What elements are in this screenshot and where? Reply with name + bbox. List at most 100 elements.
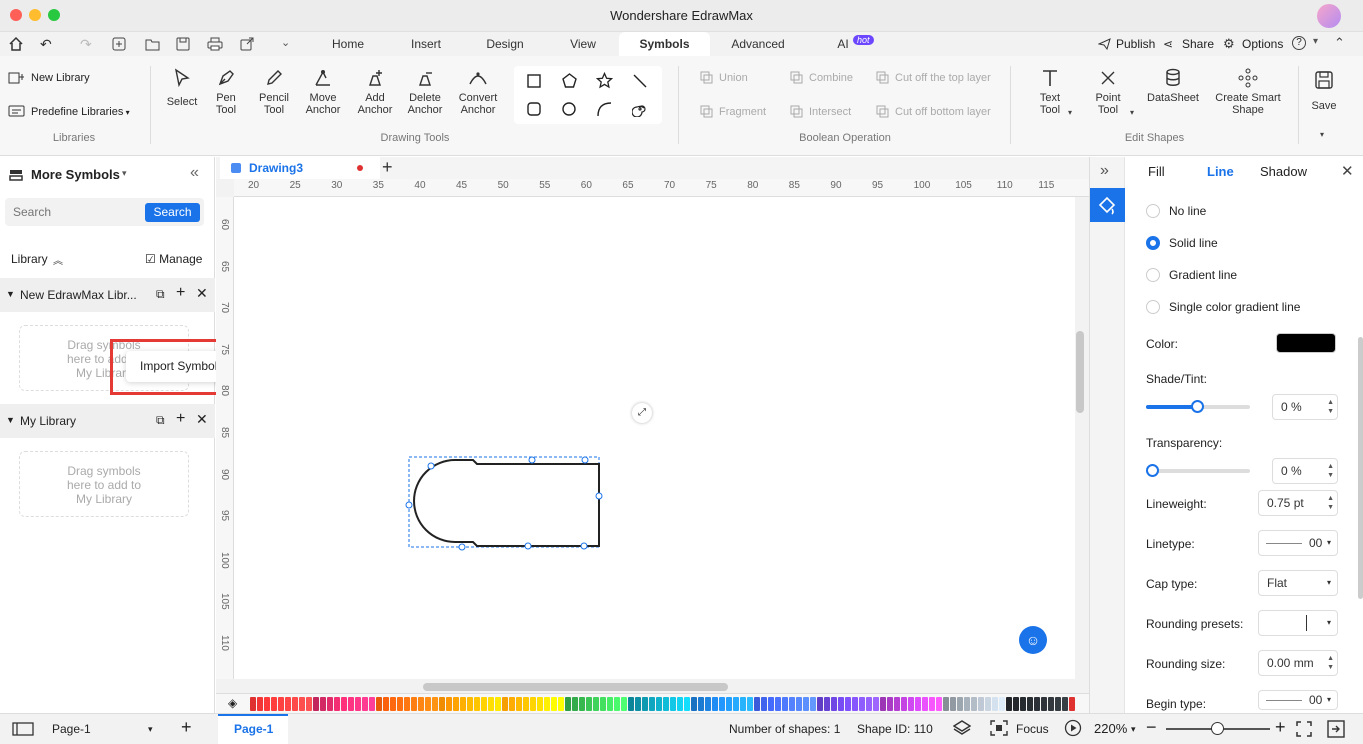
color-swatch[interactable]	[670, 697, 676, 711]
add-anchor-button[interactable]: Add Anchor	[353, 68, 397, 116]
color-swatch[interactable]	[831, 697, 837, 711]
point-tool-button[interactable]: Point Tool	[1088, 68, 1128, 116]
drawing-page[interactable]: ⤢ ☺	[234, 197, 1075, 679]
color-swatch[interactable]	[593, 697, 599, 711]
close-icon[interactable]: ✕	[196, 411, 208, 428]
color-swatch[interactable]	[971, 697, 977, 711]
color-swatch[interactable]	[1013, 697, 1019, 711]
cap-type-select[interactable]: Flat ▾	[1258, 570, 1338, 596]
color-swatch[interactable]	[341, 697, 347, 711]
publish-button[interactable]: Publish	[1116, 37, 1155, 51]
page-tab[interactable]: Page-1	[218, 714, 288, 744]
import-icon[interactable]: ⧉	[156, 287, 165, 302]
library-collapse-icon[interactable]: ︽	[53, 252, 63, 267]
color-swatch[interactable]	[390, 697, 396, 711]
color-swatch[interactable]	[355, 697, 361, 711]
color-swatch[interactable]	[733, 697, 739, 711]
color-swatch[interactable]	[824, 697, 830, 711]
fit-expand-icon[interactable]: ⤢	[632, 403, 652, 423]
tab-shadow[interactable]: Shadow	[1260, 164, 1307, 179]
color-swatch[interactable]	[530, 697, 536, 711]
expand-panel-icon[interactable]: »	[1100, 162, 1109, 180]
print-icon[interactable]	[207, 37, 223, 54]
color-swatch[interactable]	[656, 697, 662, 711]
union-button[interactable]: Union	[700, 71, 748, 84]
color-swatch[interactable]	[635, 697, 641, 711]
color-swatch[interactable]	[264, 697, 270, 711]
help-chevron-icon[interactable]: ▾	[1313, 36, 1318, 47]
color-swatch[interactable]	[306, 697, 312, 711]
focus-icon[interactable]	[990, 720, 1008, 739]
select-tool-button[interactable]: Select	[162, 68, 202, 108]
new-file-icon[interactable]	[112, 37, 126, 54]
color-swatch[interactable]	[320, 697, 326, 711]
color-swatch[interactable]	[278, 697, 284, 711]
color-swatch[interactable]	[726, 697, 732, 711]
color-swatch[interactable]	[817, 697, 823, 711]
color-swatch[interactable]	[691, 697, 697, 711]
color-swatch[interactable]	[334, 697, 340, 711]
color-swatch[interactable]	[999, 697, 1005, 711]
color-swatch[interactable]	[397, 697, 403, 711]
circle-icon[interactable]	[561, 101, 577, 120]
color-swatch[interactable]	[586, 697, 592, 711]
color-swatch[interactable]	[978, 697, 984, 711]
color-swatch[interactable]	[768, 697, 774, 711]
selected-shape[interactable]	[404, 452, 604, 552]
color-swatch[interactable]	[376, 697, 382, 711]
color-swatch[interactable]	[894, 697, 900, 711]
document-tab[interactable]: Drawing3	[220, 157, 380, 179]
lineweight-input[interactable]: 0.75 pt ▲ ▼	[1258, 490, 1338, 516]
linetype-select[interactable]: 00 ▾	[1258, 530, 1338, 556]
color-swatch[interactable]	[1034, 697, 1040, 711]
tab-design[interactable]: Design	[476, 32, 534, 56]
color-swatch[interactable]	[404, 697, 410, 711]
color-swatch[interactable]	[537, 697, 543, 711]
color-swatch[interactable]	[523, 697, 529, 711]
color-swatch[interactable]	[369, 697, 375, 711]
spinner-icon[interactable]: ▲ ▼	[1327, 494, 1334, 512]
solid-line-radio[interactable]	[1146, 236, 1160, 250]
page-select[interactable]: Page-1	[52, 722, 91, 736]
color-swatch[interactable]	[621, 697, 627, 711]
transparency-slider-handle[interactable]	[1146, 464, 1159, 477]
color-swatch[interactable]	[943, 697, 949, 711]
library-header-new-edrawmax[interactable]: ▼ New EdrawMax Libr... ⧉ + ✕	[0, 278, 215, 312]
line-style-icon[interactable]	[1090, 188, 1125, 222]
page-select-chevron-icon[interactable]: ▾	[148, 724, 153, 735]
color-swatch[interactable]	[950, 697, 956, 711]
color-swatch[interactable]	[425, 697, 431, 711]
home-icon[interactable]	[8, 36, 24, 55]
fragment-button[interactable]: Fragment	[700, 105, 766, 118]
color-swatch[interactable]	[1055, 697, 1061, 711]
color-swatch[interactable]	[432, 697, 438, 711]
tab-advanced[interactable]: Advanced	[722, 32, 794, 56]
color-swatch[interactable]	[446, 697, 452, 711]
text-tool-button[interactable]: Text Tool	[1028, 68, 1072, 116]
color-swatch[interactable]	[362, 697, 368, 711]
ai-assistant-icon[interactable]: ☺	[1019, 626, 1047, 654]
color-swatch[interactable]	[1062, 697, 1068, 711]
color-swatch[interactable]	[782, 697, 788, 711]
add-icon[interactable]: +	[176, 410, 185, 428]
color-swatch[interactable]	[915, 697, 921, 711]
color-swatch[interactable]	[313, 697, 319, 711]
horizontal-scrollbar[interactable]	[423, 683, 728, 691]
share-button[interactable]: Share	[1182, 37, 1214, 51]
open-folder-icon[interactable]	[145, 37, 160, 54]
rounded-rectangle-icon[interactable]	[526, 101, 542, 120]
color-swatch[interactable]	[600, 697, 606, 711]
color-swatch[interactable]	[348, 697, 354, 711]
color-swatch[interactable]	[502, 697, 508, 711]
color-swatch[interactable]	[929, 697, 935, 711]
add-page-icon[interactable]: +	[181, 717, 192, 738]
tab-fill[interactable]: Fill	[1148, 164, 1165, 179]
color-swatch[interactable]	[887, 697, 893, 711]
color-swatch[interactable]	[460, 697, 466, 711]
color-swatch[interactable]	[474, 697, 480, 711]
color-swatch[interactable]	[1020, 697, 1026, 711]
color-swatch[interactable]	[1069, 697, 1075, 711]
color-swatch[interactable]	[327, 697, 333, 711]
manage-button[interactable]: ☑ Manage	[145, 252, 202, 266]
add-tab-icon[interactable]: +	[382, 157, 393, 178]
